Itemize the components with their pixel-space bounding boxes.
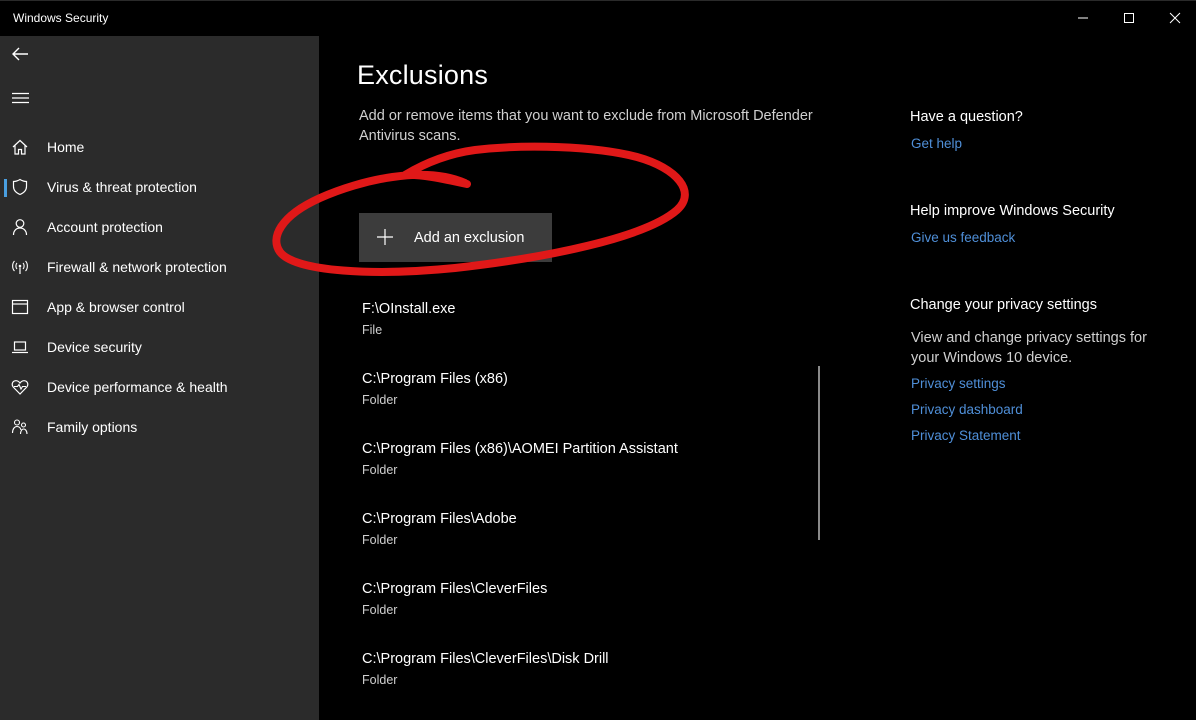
sidebar-item-label: Account protection bbox=[47, 219, 163, 235]
back-arrow-icon bbox=[12, 47, 28, 61]
app-title: Windows Security bbox=[13, 11, 109, 25]
exclusion-type: Folder bbox=[362, 393, 398, 407]
exclusion-path: C:\Program Files (x86) bbox=[362, 371, 508, 387]
home-icon bbox=[10, 137, 30, 157]
sidebar-item-account-protection[interactable]: Account protection bbox=[0, 207, 319, 247]
exclusion-type: Folder bbox=[362, 463, 398, 477]
privacy-settings-link[interactable]: Privacy settings bbox=[911, 376, 1006, 391]
help-improve-heading: Help improve Windows Security bbox=[910, 203, 1115, 219]
sidebar-item-label: Family options bbox=[47, 419, 138, 435]
sidebar-item-label: Firewall & network protection bbox=[47, 259, 227, 275]
sidebar-item-family-options[interactable]: Family options bbox=[0, 407, 319, 447]
shield-icon bbox=[10, 177, 30, 197]
exclusion-path: C:\Program Files\Adobe bbox=[362, 511, 517, 527]
page-description: Add or remove items that you want to exc… bbox=[359, 108, 813, 144]
sidebar-item-label: Device performance & health bbox=[47, 379, 228, 395]
main-content: Exclusions Add or remove items that you … bbox=[319, 36, 1196, 720]
privacy-statement-link[interactable]: Privacy Statement bbox=[911, 428, 1021, 443]
exclusion-path: C:\Program Files (x86)\AOMEI Partition A… bbox=[362, 441, 678, 457]
exclusion-item[interactable]: C:\Program Files (x86)\AOMEI Partition A… bbox=[362, 441, 812, 497]
maximize-button[interactable] bbox=[1106, 0, 1152, 36]
sidebar-item-device-security[interactable]: Device security bbox=[0, 327, 319, 367]
maximize-icon bbox=[1124, 13, 1134, 23]
sidebar-item-label: Virus & threat protection bbox=[47, 179, 197, 195]
wifi-antenna-icon bbox=[10, 257, 30, 277]
minimize-icon bbox=[1078, 17, 1088, 19]
privacy-description: View and change privacy settings for you… bbox=[911, 330, 1147, 366]
scrollbar[interactable] bbox=[818, 366, 820, 540]
close-icon bbox=[1169, 12, 1181, 24]
exclusion-item[interactable]: F:\OInstall.exe File bbox=[362, 301, 812, 357]
exclusion-type: Folder bbox=[362, 673, 398, 687]
page-title: Exclusions bbox=[357, 60, 489, 90]
minimize-button[interactable] bbox=[1060, 0, 1106, 36]
family-icon bbox=[10, 417, 30, 437]
sidebar: Home Virus & threat protection Account p… bbox=[0, 36, 319, 720]
title-bar: Windows Security bbox=[0, 0, 1196, 36]
laptop-icon bbox=[10, 337, 30, 357]
back-button[interactable] bbox=[0, 38, 40, 70]
get-help-link[interactable]: Get help bbox=[911, 136, 962, 151]
exclusion-item[interactable]: C:\Program Files\Adobe Folder bbox=[362, 511, 812, 567]
exclusion-item[interactable]: C:\Program Files (x86) Folder bbox=[362, 371, 812, 427]
exclusion-item[interactable]: C:\Program Files\CleverFiles Folder bbox=[362, 581, 812, 637]
have-question-heading: Have a question? bbox=[910, 109, 1023, 125]
exclusion-path: C:\Program Files\CleverFiles\Disk Drill bbox=[362, 651, 609, 667]
privacy-dashboard-link[interactable]: Privacy dashboard bbox=[911, 402, 1023, 417]
give-feedback-link[interactable]: Give us feedback bbox=[911, 230, 1015, 245]
exclusion-path: F:\OInstall.exe bbox=[362, 301, 456, 317]
sidebar-item-virus-threat-protection[interactable]: Virus & threat protection bbox=[0, 167, 319, 207]
sidebar-item-label: Home bbox=[47, 139, 85, 155]
person-icon bbox=[10, 217, 30, 237]
windows-security-window: Windows Security Home Virus & threat pro… bbox=[0, 0, 1196, 720]
add-exclusion-button[interactable]: Add an exclusion bbox=[359, 213, 552, 262]
exclusion-type: Folder bbox=[362, 533, 398, 547]
sidebar-item-label: App & browser control bbox=[47, 299, 185, 315]
close-button[interactable] bbox=[1152, 0, 1196, 36]
app-window-icon bbox=[10, 297, 30, 317]
sidebar-item-label: Device security bbox=[47, 339, 142, 355]
plus-icon bbox=[377, 229, 393, 245]
privacy-settings-heading: Change your privacy settings bbox=[910, 297, 1097, 313]
hamburger-icon bbox=[11, 92, 29, 104]
sidebar-item-firewall-network-protection[interactable]: Firewall & network protection bbox=[0, 247, 319, 287]
sidebar-item-home[interactable]: Home bbox=[0, 127, 319, 167]
add-exclusion-label: Add an exclusion bbox=[414, 230, 525, 246]
heart-pulse-icon bbox=[10, 377, 30, 397]
sidebar-item-app-browser-control[interactable]: App & browser control bbox=[0, 287, 319, 327]
exclusion-path: C:\Program Files\CleverFiles bbox=[362, 581, 548, 597]
sidebar-item-device-performance-health[interactable]: Device performance & health bbox=[0, 367, 319, 407]
exclusion-type: File bbox=[362, 323, 383, 337]
hamburger-menu-button[interactable] bbox=[0, 82, 40, 114]
exclusion-item[interactable]: C:\Program Files\CleverFiles\Disk Drill … bbox=[362, 651, 812, 707]
exclusion-type: Folder bbox=[362, 603, 398, 617]
